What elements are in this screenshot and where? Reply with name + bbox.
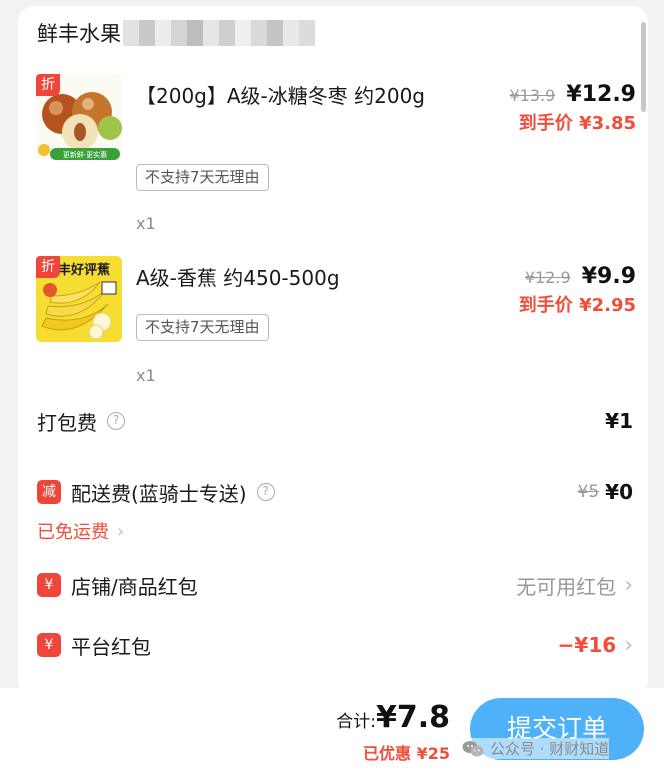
packing-fee-value: ¥1	[605, 409, 633, 433]
deal-price: 到手价 ¥2.95	[518, 295, 636, 316]
discount-badge: 折	[36, 256, 60, 278]
price-block: ¥13.9 ¥12.9 到手价 ¥3.85	[510, 82, 637, 135]
original-price: ¥12.9	[524, 268, 571, 287]
original-price: ¥13.9	[509, 86, 556, 105]
checkout-bar: 合计: ¥7.8 已优惠 ¥25 提交订单 公众号 · 财财知道	[0, 688, 664, 778]
blurred-shop-suffix	[123, 20, 315, 46]
chevron-right-icon: ›	[117, 520, 125, 542]
watermark-text: 公众号 · 财财知道	[490, 740, 610, 758]
deal-price: 到手价 ¥3.85	[518, 113, 636, 134]
scrollbar[interactable]	[641, 22, 646, 112]
shop-title[interactable]: 鲜丰水果	[37, 18, 315, 48]
current-price: ¥9.9	[581, 264, 636, 289]
chevron-right-icon: ›	[624, 632, 633, 658]
image-caption: 丰好评蕉	[58, 262, 110, 278]
current-price: ¥12.9	[566, 82, 636, 107]
delivery-orig-fee: ¥5	[577, 482, 600, 502]
free-shipping-text: 已免运费	[37, 522, 109, 543]
free-shipping-link[interactable]: 已免运费 ›	[37, 518, 124, 544]
watermark: 公众号 · 财财知道	[462, 738, 610, 759]
product-qty: x1	[136, 366, 156, 385]
product-name[interactable]: A级-香蕉 约450-500g	[136, 262, 436, 295]
shop-coupon-value: 无可用红包	[516, 574, 617, 599]
platform-coupon-value: −¥16	[557, 633, 617, 657]
product-name[interactable]: 【200g】A级-冰糖冬枣 约200g	[136, 80, 436, 113]
saved-amount: 已优惠 ¥25	[363, 744, 450, 763]
help-icon[interactable]: ?	[107, 412, 125, 430]
product-qty: x1	[136, 214, 156, 233]
delivery-fee-row: 减 配送费(蓝骑士专送) ? ¥5 ¥0	[37, 476, 633, 508]
order-card: 鲜丰水果 更新鲜·更实惠 折 【200g】A级-冰糖冬枣 约200g 不支持7天…	[18, 6, 648, 696]
shop-coupon-label: 店铺/商品红包	[71, 574, 198, 599]
image-caption: 更新鲜·更实惠	[63, 150, 107, 159]
shop-name: 鲜丰水果	[37, 22, 121, 46]
platform-coupon-label: 平台红包	[71, 634, 151, 659]
total-value: ¥7.8	[375, 700, 450, 735]
help-icon[interactable]: ?	[256, 483, 275, 501]
delivery-fee-value: ¥0	[605, 480, 633, 504]
product-item[interactable]: 丰好评蕉 折 A级-香蕉 约450-500g 不支持7天无理由 x1 ¥12.9…	[36, 256, 636, 386]
coupon-icon: ¥	[37, 573, 61, 597]
product-item[interactable]: 更新鲜·更实惠 折 【200g】A级-冰糖冬枣 约200g 不支持7天无理由 x…	[36, 74, 636, 234]
coupon-icon: ¥	[37, 633, 61, 657]
discount-badge: 折	[36, 74, 60, 96]
wechat-icon	[462, 740, 484, 756]
shop-coupon-row[interactable]: ¥ 店铺/商品红包 无可用红包 ›	[37, 568, 633, 602]
price-block: ¥12.9 ¥9.9 到手价 ¥2.95	[519, 264, 636, 317]
total-label: 合计:	[336, 712, 376, 732]
no-return-chip: 不支持7天无理由	[136, 314, 269, 341]
packing-fee-row: 打包费 ? ¥1	[37, 406, 633, 436]
discount-badge-icon: 减	[37, 480, 61, 504]
packing-fee-label: 打包费	[37, 410, 97, 435]
total-line: 合计: ¥7.8	[336, 700, 450, 735]
platform-coupon-row[interactable]: ¥ 平台红包 −¥16 ›	[37, 628, 633, 662]
chevron-right-icon: ›	[624, 572, 633, 598]
no-return-chip: 不支持7天无理由	[136, 164, 269, 191]
delivery-fee-label: 配送费(蓝骑士专送)	[71, 481, 247, 506]
